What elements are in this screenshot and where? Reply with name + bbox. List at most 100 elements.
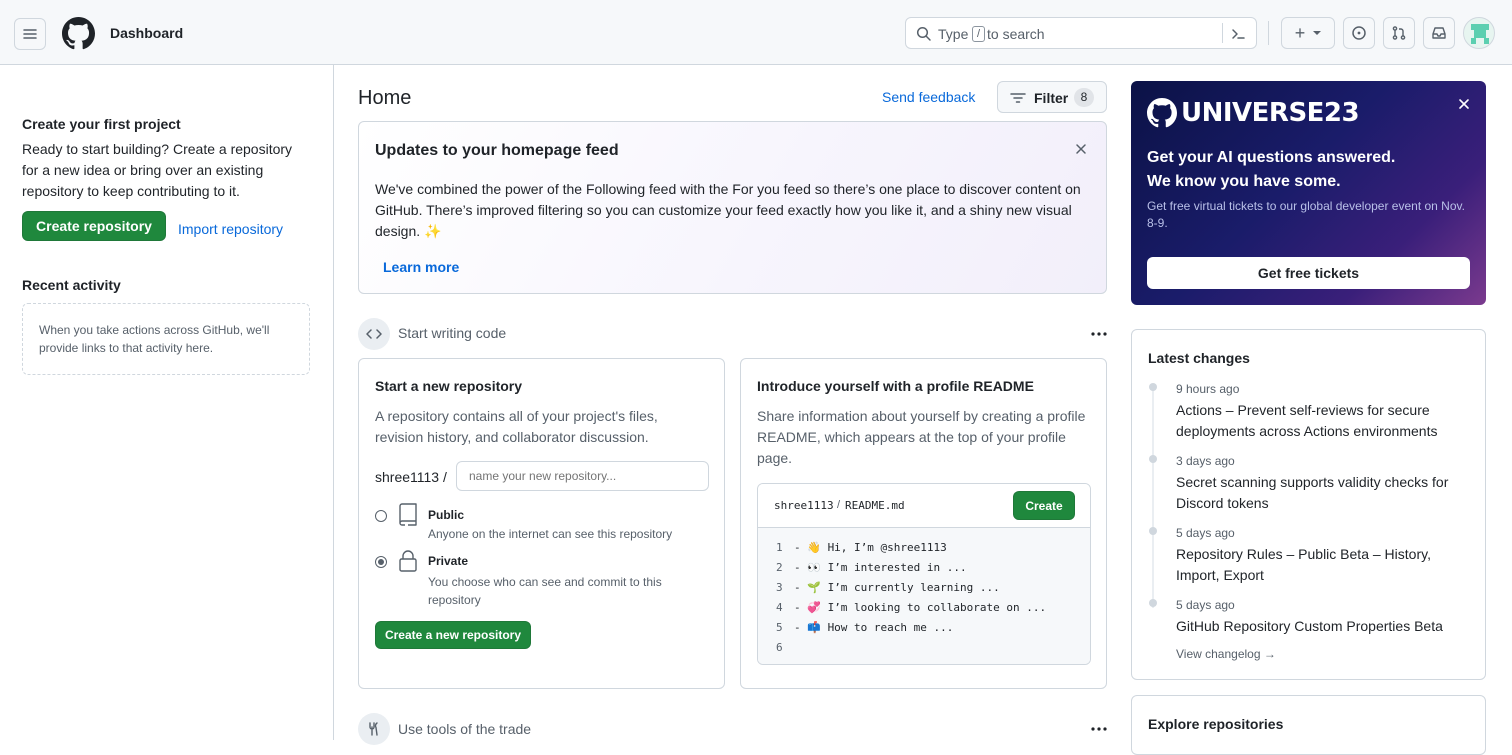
private-radio-dot	[378, 559, 384, 565]
issues-button[interactable]	[1343, 17, 1375, 49]
updates-title: Updates to your homepage feed	[375, 142, 619, 159]
line-text: - 💞️ I’m looking to collaborate on ...	[794, 601, 1047, 614]
code-line: 6	[758, 638, 1090, 658]
explore-repositories-card: Explore repositories	[1131, 695, 1486, 755]
line-number: 4	[776, 601, 783, 614]
identicon-icon	[1471, 24, 1489, 44]
search-prefix: Type	[938, 26, 969, 42]
readme-create-button[interactable]: Create	[1013, 491, 1075, 520]
change-title[interactable]: Repository Rules – Public Beta – History…	[1176, 544, 1446, 586]
filter-button[interactable]: Filter 8	[997, 81, 1107, 113]
close-icon[interactable]	[1074, 142, 1088, 156]
latest-changes-card: Latest changes 9 hours ago Actions – Pre…	[1131, 329, 1486, 680]
filter-label: Filter	[1034, 90, 1069, 106]
timeline-dot	[1149, 455, 1157, 463]
issue-opened-icon	[1352, 26, 1366, 40]
tools-section-icon-circle	[358, 713, 390, 745]
updates-card: Updates to your homepage feed We've comb…	[358, 121, 1107, 294]
universe-banner: UNIVERSE23 Get your AI questions answere…	[1131, 81, 1486, 305]
line-text: - 👀 I’m interested in ...	[794, 561, 967, 574]
public-desc: Anyone on the internet can see this repo…	[428, 527, 673, 541]
readme-editor: shree1113 / README.md Create 1 - 👋 Hi, I’…	[757, 483, 1091, 665]
private-radio[interactable]	[375, 556, 387, 568]
change-time: 9 hours ago	[1176, 382, 1240, 396]
line-number: 5	[776, 621, 783, 634]
search-shortcut-key: /	[972, 26, 985, 42]
recent-activity-box: When you take actions across GitHub, we'…	[22, 303, 310, 375]
timeline-dot	[1149, 383, 1157, 391]
code-line: 1 - 👋 Hi, I’m @shree1113	[758, 538, 1090, 558]
repository-name-input[interactable]	[456, 461, 709, 491]
explore-heading: Explore repositories	[1148, 716, 1284, 732]
change-title[interactable]: Secret scanning supports validity checks…	[1176, 472, 1466, 514]
line-text: - 📫 How to reach me ...	[794, 621, 954, 634]
menu-button[interactable]	[14, 18, 46, 50]
code-line: 3 - 🌱 I’m currently learning ...	[758, 578, 1090, 598]
search-box[interactable]: Type / to search	[905, 17, 1257, 49]
change-title[interactable]: Actions – Prevent self-reviews for secur…	[1176, 400, 1466, 442]
github-logo[interactable]	[62, 17, 95, 50]
git-pull-request-icon	[1392, 26, 1406, 40]
create-repository-button[interactable]: Create repository	[22, 211, 166, 241]
readme-editor-header: shree1113 / README.md Create	[758, 484, 1090, 528]
recent-activity-empty-text: When you take actions across GitHub, we'…	[39, 323, 270, 355]
command-palette-icon[interactable]	[1230, 26, 1246, 42]
new-repo-desc: A repository contains all of your projec…	[375, 408, 658, 445]
send-feedback-link[interactable]: Send feedback	[882, 89, 975, 105]
timeline-line	[1152, 386, 1154, 608]
private-label: Private	[428, 554, 469, 568]
page-title[interactable]: Dashboard	[110, 25, 183, 41]
inbox-icon	[1432, 27, 1446, 39]
change-title[interactable]: GitHub Repository Custom Properties Beta	[1176, 616, 1466, 637]
line-text: - 👋 Hi, I’m @shree1113	[794, 541, 947, 554]
start-writing-heading: Start writing code	[398, 325, 507, 341]
kebab-horizontal-icon-2[interactable]	[1090, 720, 1108, 738]
search-suffix: to search	[987, 26, 1045, 42]
readme-path-user: shree1113	[774, 499, 834, 512]
change-time: 5 days ago	[1176, 598, 1235, 612]
recent-activity-heading: Recent activity	[22, 277, 121, 293]
code-icon	[366, 329, 382, 339]
filter-icon	[1010, 93, 1026, 103]
code-line: 2 - 👀 I’m interested in ...	[758, 558, 1090, 578]
pull-requests-button[interactable]	[1383, 17, 1415, 49]
kebab-horizontal-icon[interactable]	[1090, 325, 1108, 343]
code-line: 4 - 💞️ I’m looking to collaborate on ...	[758, 598, 1090, 618]
view-changelog-link[interactable]: View changelog →	[1176, 647, 1276, 661]
tools-heading: Use tools of the trade	[398, 721, 532, 737]
new-repository-card: Start a new repository A repository cont…	[358, 358, 725, 689]
create-new-repository-button[interactable]: Create a new repository	[375, 621, 531, 649]
universe-logo: UNIVERSE23	[1181, 98, 1360, 128]
search-divider	[1222, 23, 1223, 43]
universe-headline-2: We know you have some.	[1147, 173, 1341, 190]
repo-icon	[399, 503, 417, 526]
github-mark-icon	[62, 17, 95, 50]
top-bar: Dashboard Type / to search +	[0, 0, 1512, 65]
line-text: - 🌱 I’m currently learning ...	[794, 581, 1000, 594]
readme-desc: Share information about yourself by crea…	[757, 408, 1086, 466]
timeline-dot	[1149, 599, 1157, 607]
line-number: 3	[776, 581, 783, 594]
banner-close-icon[interactable]	[1458, 98, 1470, 110]
inbox-button[interactable]	[1423, 17, 1455, 49]
create-new-button[interactable]: +	[1281, 17, 1335, 49]
search-icon	[916, 26, 931, 41]
repo-owner-label: shree1113 /	[375, 469, 447, 485]
filter-count-badge: 8	[1074, 88, 1094, 107]
get-free-tickets-button[interactable]: Get free tickets	[1147, 257, 1470, 289]
triangle-down-icon	[1313, 31, 1322, 35]
readme-title: Introduce yourself with a profile README	[757, 378, 1034, 394]
line-number: 2	[776, 561, 783, 574]
universe-subtext: Get free virtual tickets to our global d…	[1147, 199, 1465, 230]
tools-icon	[369, 722, 378, 736]
updates-body: We've combined the power of the Followin…	[375, 181, 1081, 239]
public-radio[interactable]	[375, 510, 387, 522]
learn-more-link[interactable]: Learn more	[383, 259, 459, 275]
line-number: 6	[776, 641, 783, 654]
project-text: Ready to start building? Create a reposi…	[22, 141, 293, 199]
avatar[interactable]	[1463, 17, 1495, 49]
import-repository-link[interactable]: Import repository	[178, 221, 283, 237]
code-line: 5 - 📫 How to reach me ...	[758, 618, 1090, 638]
universe-headline-1: Get your AI questions answered.	[1147, 149, 1396, 166]
plus-icon: +	[1294, 22, 1306, 43]
